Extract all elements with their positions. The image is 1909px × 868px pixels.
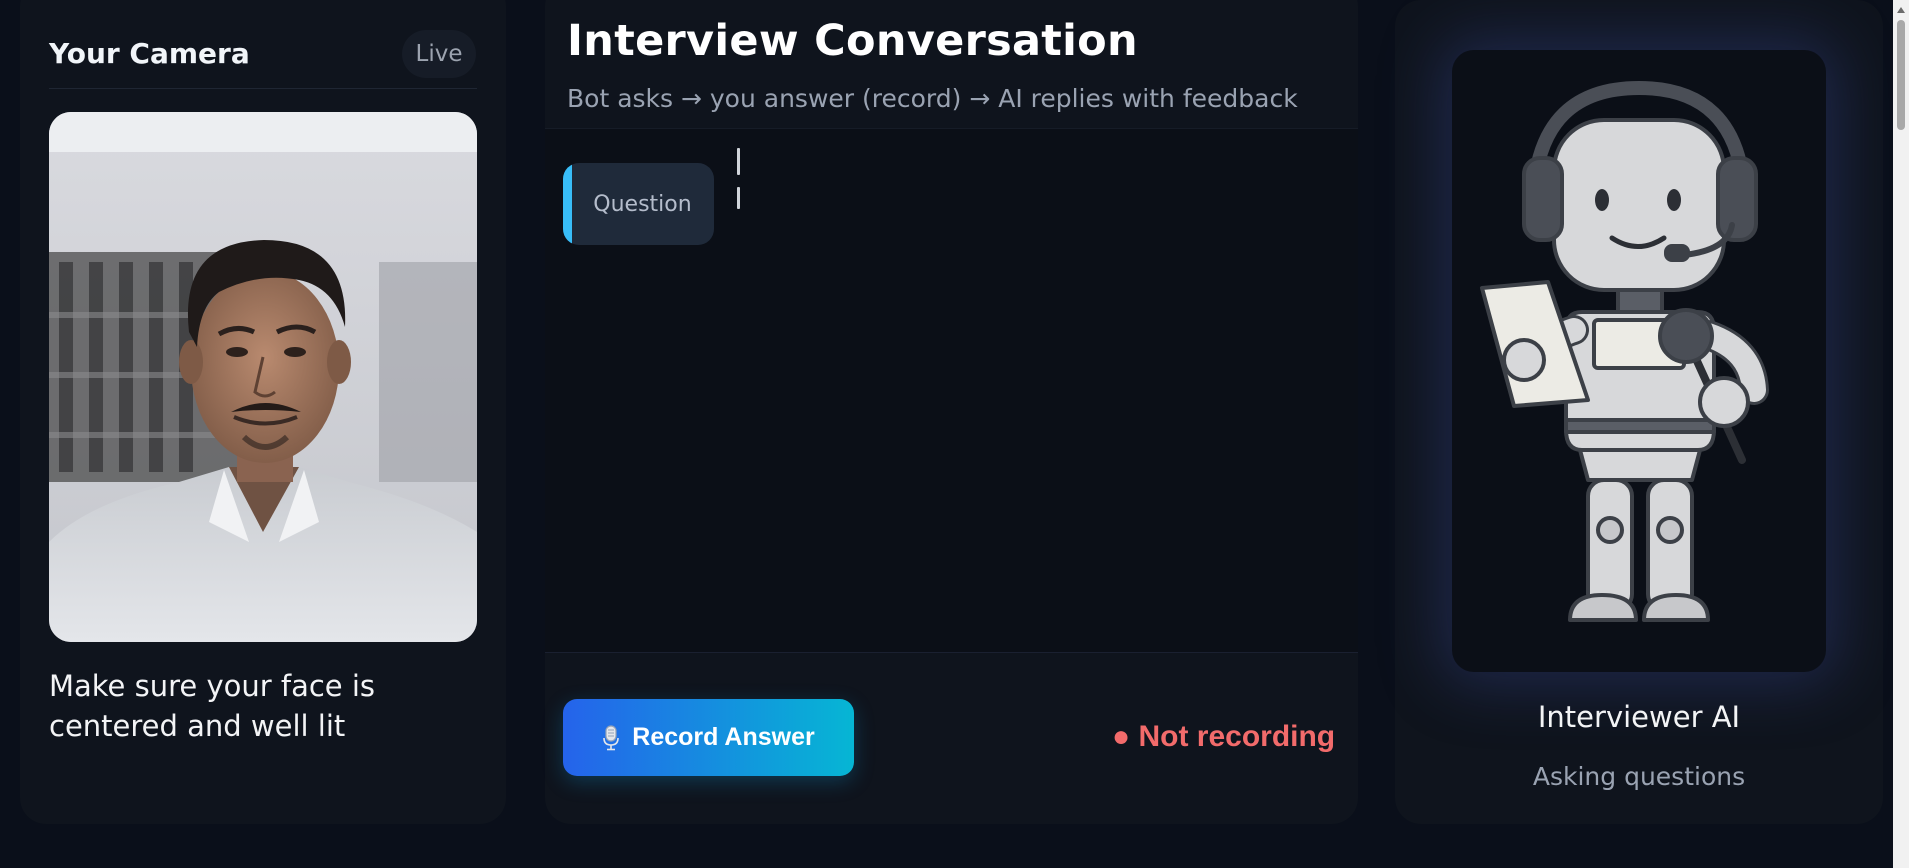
- record-answer-label: Record Answer: [632, 723, 815, 751]
- interviewer-status: Asking questions: [1532, 762, 1746, 791]
- divider: [49, 88, 477, 89]
- page-subtitle: Bot asks → you answer (record) → AI repl…: [567, 84, 1298, 113]
- robot-illustration: [1480, 81, 1769, 622]
- microphone-icon: [602, 724, 620, 751]
- page-scrollbar[interactable]: [1893, 0, 1909, 868]
- question-label: Question: [593, 191, 692, 217]
- camera-hint: Make sure your face is centered and well…: [49, 669, 376, 743]
- text-caret: [737, 148, 740, 175]
- question-message: Question: [563, 163, 714, 245]
- interviewer-name: Interviewer AI: [1537, 700, 1741, 734]
- interviewer-avatar: [1452, 50, 1826, 672]
- scroll-up-arrow-icon[interactable]: [1897, 7, 1905, 13]
- record-answer-button[interactable]: Record Answer: [563, 699, 854, 776]
- live-badge: Live: [402, 30, 476, 78]
- camera-image: [49, 112, 477, 642]
- page-title: Interview Conversation: [567, 16, 1138, 66]
- question-accent-bar: [563, 163, 572, 245]
- text-caret: [737, 187, 740, 209]
- camera-feed: [49, 112, 477, 642]
- camera-panel-title: Your Camera: [49, 37, 250, 70]
- scrollbar-thumb[interactable]: [1897, 20, 1905, 130]
- recording-status: ● Not recording: [1112, 720, 1336, 753]
